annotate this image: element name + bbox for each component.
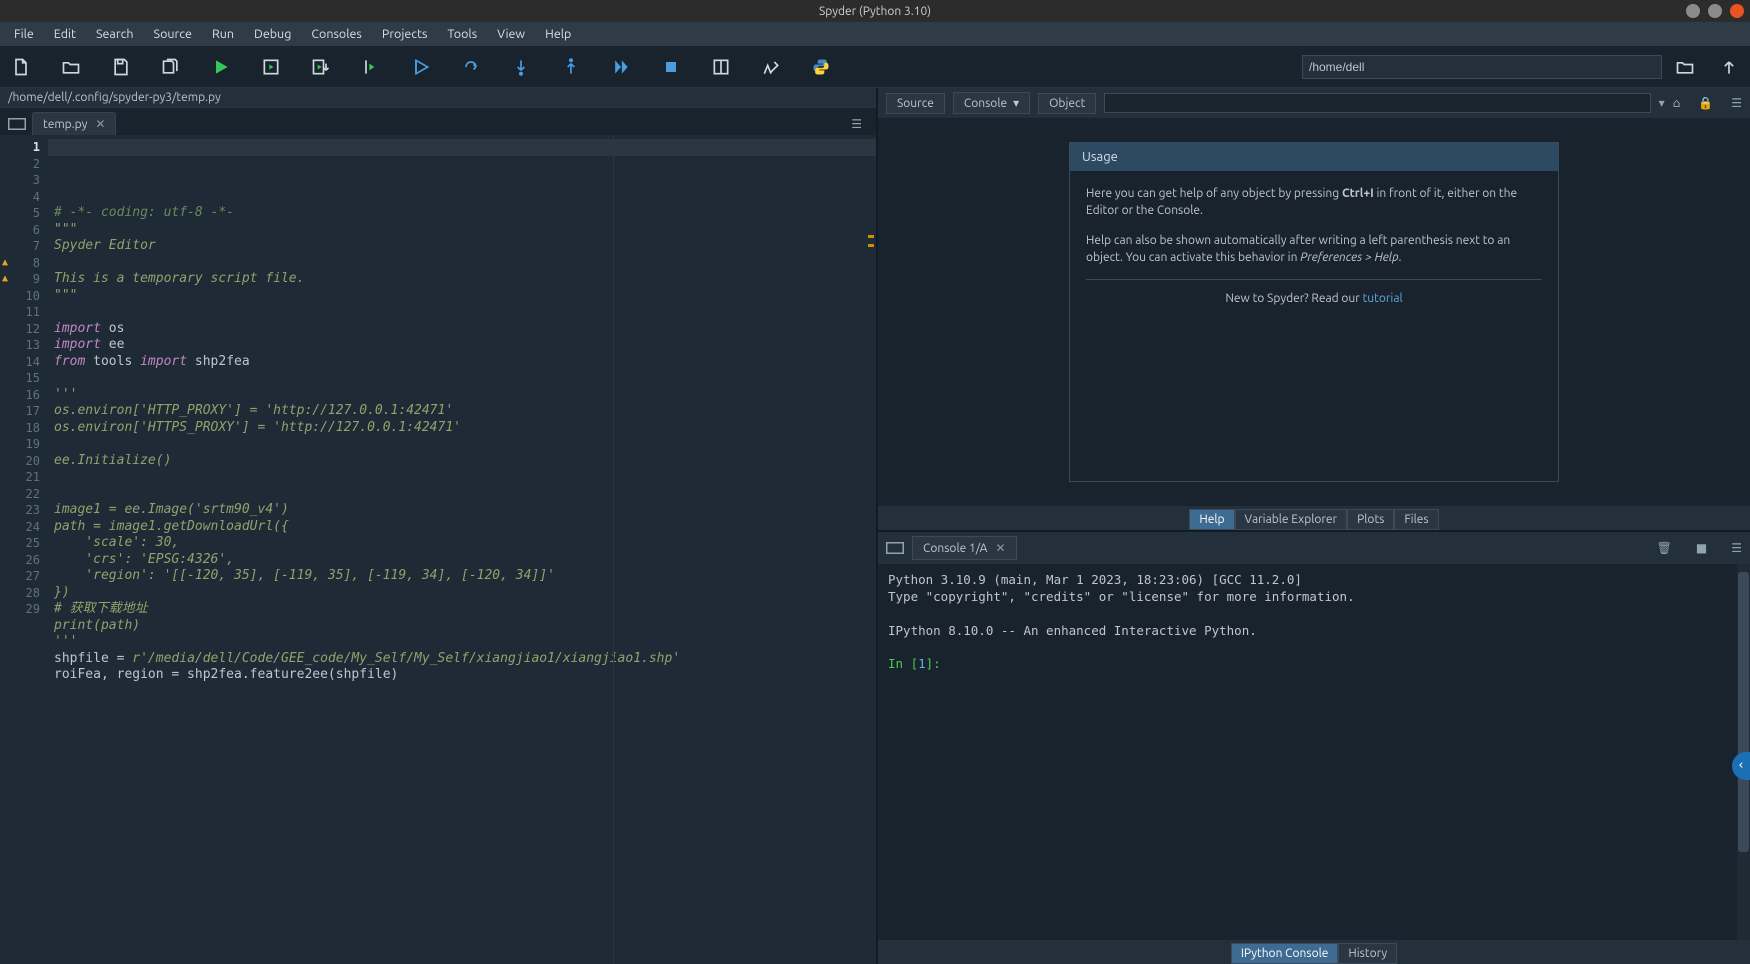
lock-icon[interactable]: 🔒 [1698,96,1713,110]
console-tab-label: Console 1/A [923,542,987,555]
help-object-input[interactable] [1104,93,1650,113]
tab-help[interactable]: Help [1189,509,1234,530]
side-panel-handle[interactable]: ‹ [1732,752,1750,780]
debug-icon[interactable] [410,56,432,78]
editor-tab-bar: temp.py ✕ ☰ [0,108,876,135]
close-tab-icon[interactable]: ✕ [95,117,105,131]
menu-view[interactable]: View [489,25,533,43]
remove-icon[interactable]: 🗑 [1657,541,1672,555]
menu-consoles[interactable]: Consoles [303,25,369,43]
console-options-icon[interactable]: ☰ [1731,541,1742,555]
console-browse-icon[interactable] [886,541,904,555]
run-cell-advance-icon[interactable] [310,56,332,78]
preferences-icon[interactable] [760,56,782,78]
editor-options-icon[interactable]: ☰ [845,117,868,131]
console-prompt[interactable]: In [1]: [888,656,1740,673]
editor-tab-label: temp.py [43,118,87,131]
editor-tab-temp[interactable]: temp.py ✕ [32,112,116,135]
debug-step-in-icon[interactable] [510,56,532,78]
menu-source[interactable]: Source [146,25,200,43]
debug-continue-icon[interactable] [610,56,632,78]
toolbar [0,46,1750,88]
tab-files[interactable]: Files [1394,509,1438,530]
window-controls [1686,4,1744,18]
run-cell-icon[interactable] [260,56,282,78]
help-options-icon[interactable]: ☰ [1731,96,1742,110]
menu-help[interactable]: Help [537,25,579,43]
console-tabs: IPython Console History [878,940,1750,964]
tab-history[interactable]: History [1338,943,1397,964]
console-line: Python 3.10.9 (main, Mar 1 2023, 18:23:0… [888,572,1740,589]
help-object-label: Object [1038,93,1096,114]
python-path-icon[interactable] [810,56,832,78]
minimize-button[interactable] [1686,4,1700,18]
editor-file-path: /home/dell/.config/spyder-py3/temp.py [0,88,876,108]
close-button[interactable] [1730,4,1744,18]
usage-text-1: Here you can get help of any object by p… [1086,185,1542,220]
menu-projects[interactable]: Projects [374,25,436,43]
menu-edit[interactable]: Edit [46,25,84,43]
help-tabs: Help Variable Explorer Plots Files [878,506,1750,530]
open-file-icon[interactable] [60,56,82,78]
parent-dir-icon[interactable] [1718,56,1740,78]
save-icon[interactable] [110,56,132,78]
console-line: Type "copyright", "credits" or "license"… [888,589,1740,606]
window-title: Spyder (Python 3.10) [819,5,931,18]
help-pane: Source Console▾ Object ▾ ⌂ 🔒 ☰ Usage Her… [878,88,1750,532]
debug-step-out-icon[interactable] [560,56,582,78]
file-browser-icon[interactable] [8,117,26,131]
current-line-highlight [48,139,876,156]
console-header: Console 1/A ✕ 🗑 ■ ☰ [878,532,1750,564]
title-bar: Spyder (Python 3.10) [0,0,1750,22]
tab-variable-explorer[interactable]: Variable Explorer [1235,509,1348,530]
code-editor[interactable]: 1234567▲8▲910111213141516171819202122232… [0,135,876,964]
help-object-dropdown-icon[interactable]: ▾ [1659,96,1665,110]
menu-search[interactable]: Search [88,25,142,43]
console-tab-close-icon[interactable]: ✕ [995,541,1005,555]
maximize-button[interactable] [1708,4,1722,18]
menu-debug[interactable]: Debug [246,25,299,43]
run-selection-icon[interactable] [360,56,382,78]
menu-tools[interactable]: Tools [439,25,485,43]
working-directory-input[interactable] [1302,55,1662,79]
new-file-icon[interactable] [10,56,32,78]
column-ruler [613,135,614,964]
help-console-dropdown[interactable]: Console▾ [953,92,1030,114]
debug-step-icon[interactable] [460,56,482,78]
scrollbar-markers [868,235,874,247]
menu-run[interactable]: Run [204,25,242,43]
maximize-pane-icon[interactable] [710,56,732,78]
debug-stop-icon[interactable] [660,56,682,78]
console-pane: Console 1/A ✕ 🗑 ■ ☰ Python 3.10.9 (main,… [878,532,1750,964]
help-source-btn[interactable]: Source [886,93,945,114]
console-line: IPython 8.10.0 -- An enhanced Interactiv… [888,623,1740,640]
console-output[interactable]: Python 3.10.9 (main, Mar 1 2023, 18:23:0… [878,564,1750,940]
browse-dir-icon[interactable] [1674,56,1696,78]
usage-title: Usage [1070,143,1558,171]
tab-plots[interactable]: Plots [1347,509,1394,530]
usage-text-3: New to Spyder? Read our tutorial [1086,290,1542,307]
save-all-icon[interactable] [160,56,182,78]
run-icon[interactable] [210,56,232,78]
tab-ipython-console[interactable]: IPython Console [1231,943,1339,964]
usage-card: Usage Here you can get help of any objec… [1069,142,1559,482]
menu-file[interactable]: File [6,25,42,43]
tutorial-link[interactable]: tutorial [1363,292,1403,305]
usage-text-2: Help can also be shown automatically aft… [1086,232,1542,267]
interrupt-icon[interactable]: ■ [1696,541,1707,555]
menu-bar: File Edit Search Source Run Debug Consol… [0,22,1750,46]
help-toolbar: Source Console▾ Object ▾ ⌂ 🔒 ☰ [878,88,1750,118]
console-tab[interactable]: Console 1/A ✕ [912,536,1017,560]
editor-pane: /home/dell/.config/spyder-py3/temp.py te… [0,88,878,964]
home-icon[interactable]: ⌂ [1673,96,1681,110]
